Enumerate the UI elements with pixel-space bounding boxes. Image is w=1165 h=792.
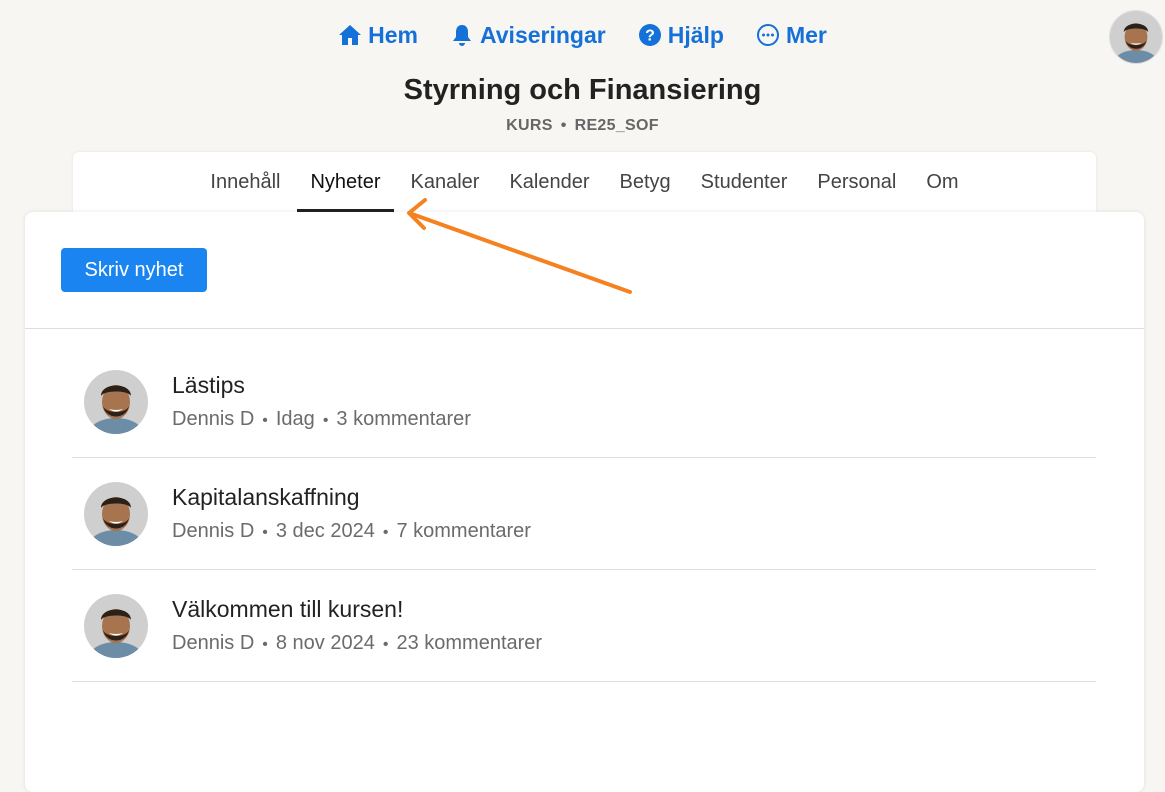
news-card: Skriv nyhet Lästips Dennis D • Idag • 3 komm…: [25, 212, 1144, 792]
tab-nyheter[interactable]: Nyheter: [297, 152, 394, 212]
tab-kalender[interactable]: Kalender: [496, 152, 602, 212]
nav-home-label: Hem: [368, 21, 418, 48]
news-comments[interactable]: 7 kommentarer: [396, 520, 531, 542]
divider: [25, 328, 1144, 329]
news-author: Dennis D: [172, 408, 255, 430]
course-subtitle: KURS • RE25_SOF: [0, 117, 1165, 135]
write-news-button[interactable]: Skriv nyhet: [61, 248, 207, 292]
avatar-image: [1110, 11, 1162, 63]
news-author: Dennis D: [172, 632, 255, 654]
news-date: 8 nov 2024: [275, 632, 375, 654]
news-date: 3 dec 2024: [275, 520, 375, 542]
tab-kanaler[interactable]: Kanaler: [398, 152, 493, 212]
news-comments[interactable]: 3 kommentarer: [336, 408, 471, 430]
tab-studenter[interactable]: Studenter: [688, 152, 801, 212]
top-navigation: Hem Aviseringar ? Hjälp Mer: [0, 18, 1165, 52]
separator-dot: •: [560, 117, 567, 134]
news-title[interactable]: Kapitalanskaffning: [172, 484, 360, 511]
course-type: KURS: [506, 117, 553, 134]
news-item[interactable]: Kapitalanskaffning Dennis D • 3 dec 2024 • 7…: [72, 458, 1096, 570]
home-icon: [339, 25, 362, 45]
course-code: RE25_SOF: [574, 117, 659, 134]
news-comments[interactable]: 23 kommentarer: [396, 632, 542, 654]
author-avatar: [84, 482, 148, 546]
news-list: Lästips Dennis D • Idag • 3 kommentarer Kapi…: [72, 346, 1096, 682]
nav-help-label: Hjälp: [667, 21, 724, 48]
tab-betyg[interactable]: Betyg: [607, 152, 684, 212]
news-item[interactable]: Välkommen till kursen! Dennis D • 8 nov 20…: [72, 570, 1096, 682]
news-item[interactable]: Lästips Dennis D • Idag • 3 kommentarer: [72, 346, 1096, 458]
tab-innehall[interactable]: Innehåll: [197, 152, 293, 212]
bell-icon: [453, 25, 471, 46]
svg-text:?: ?: [645, 28, 655, 45]
nav-home[interactable]: Hem: [338, 22, 418, 49]
help-icon: ?: [638, 24, 661, 46]
news-date: Idag: [275, 408, 315, 430]
nav-notifications-label: Aviseringar: [480, 21, 606, 48]
course-tabs: Innehåll Nyheter Kanaler Kalender Betyg …: [73, 152, 1096, 212]
news-title[interactable]: Lästips: [172, 372, 245, 399]
tab-om[interactable]: Om: [913, 152, 971, 212]
news-meta: Dennis D • 3 dec 2024 • 7 kommentarer: [172, 520, 531, 542]
nav-help[interactable]: ? Hjälp: [638, 22, 724, 49]
news-meta: Dennis D • 8 nov 2024 • 23 kommentarer: [172, 632, 543, 654]
news-title[interactable]: Välkommen till kursen!: [172, 596, 403, 623]
nav-more-label: Mer: [785, 21, 827, 48]
nav-more[interactable]: Mer: [756, 22, 827, 49]
author-avatar: [84, 370, 148, 434]
author-avatar: [84, 594, 148, 658]
news-author: Dennis D: [172, 520, 255, 542]
tab-personal[interactable]: Personal: [804, 152, 909, 212]
more-icon: [756, 24, 779, 46]
user-avatar[interactable]: [1109, 10, 1163, 64]
nav-notifications[interactable]: Aviseringar: [450, 22, 606, 49]
news-meta: Dennis D • Idag • 3 kommentarer: [172, 408, 471, 430]
course-title: Styrning och Finansiering: [403, 74, 762, 106]
